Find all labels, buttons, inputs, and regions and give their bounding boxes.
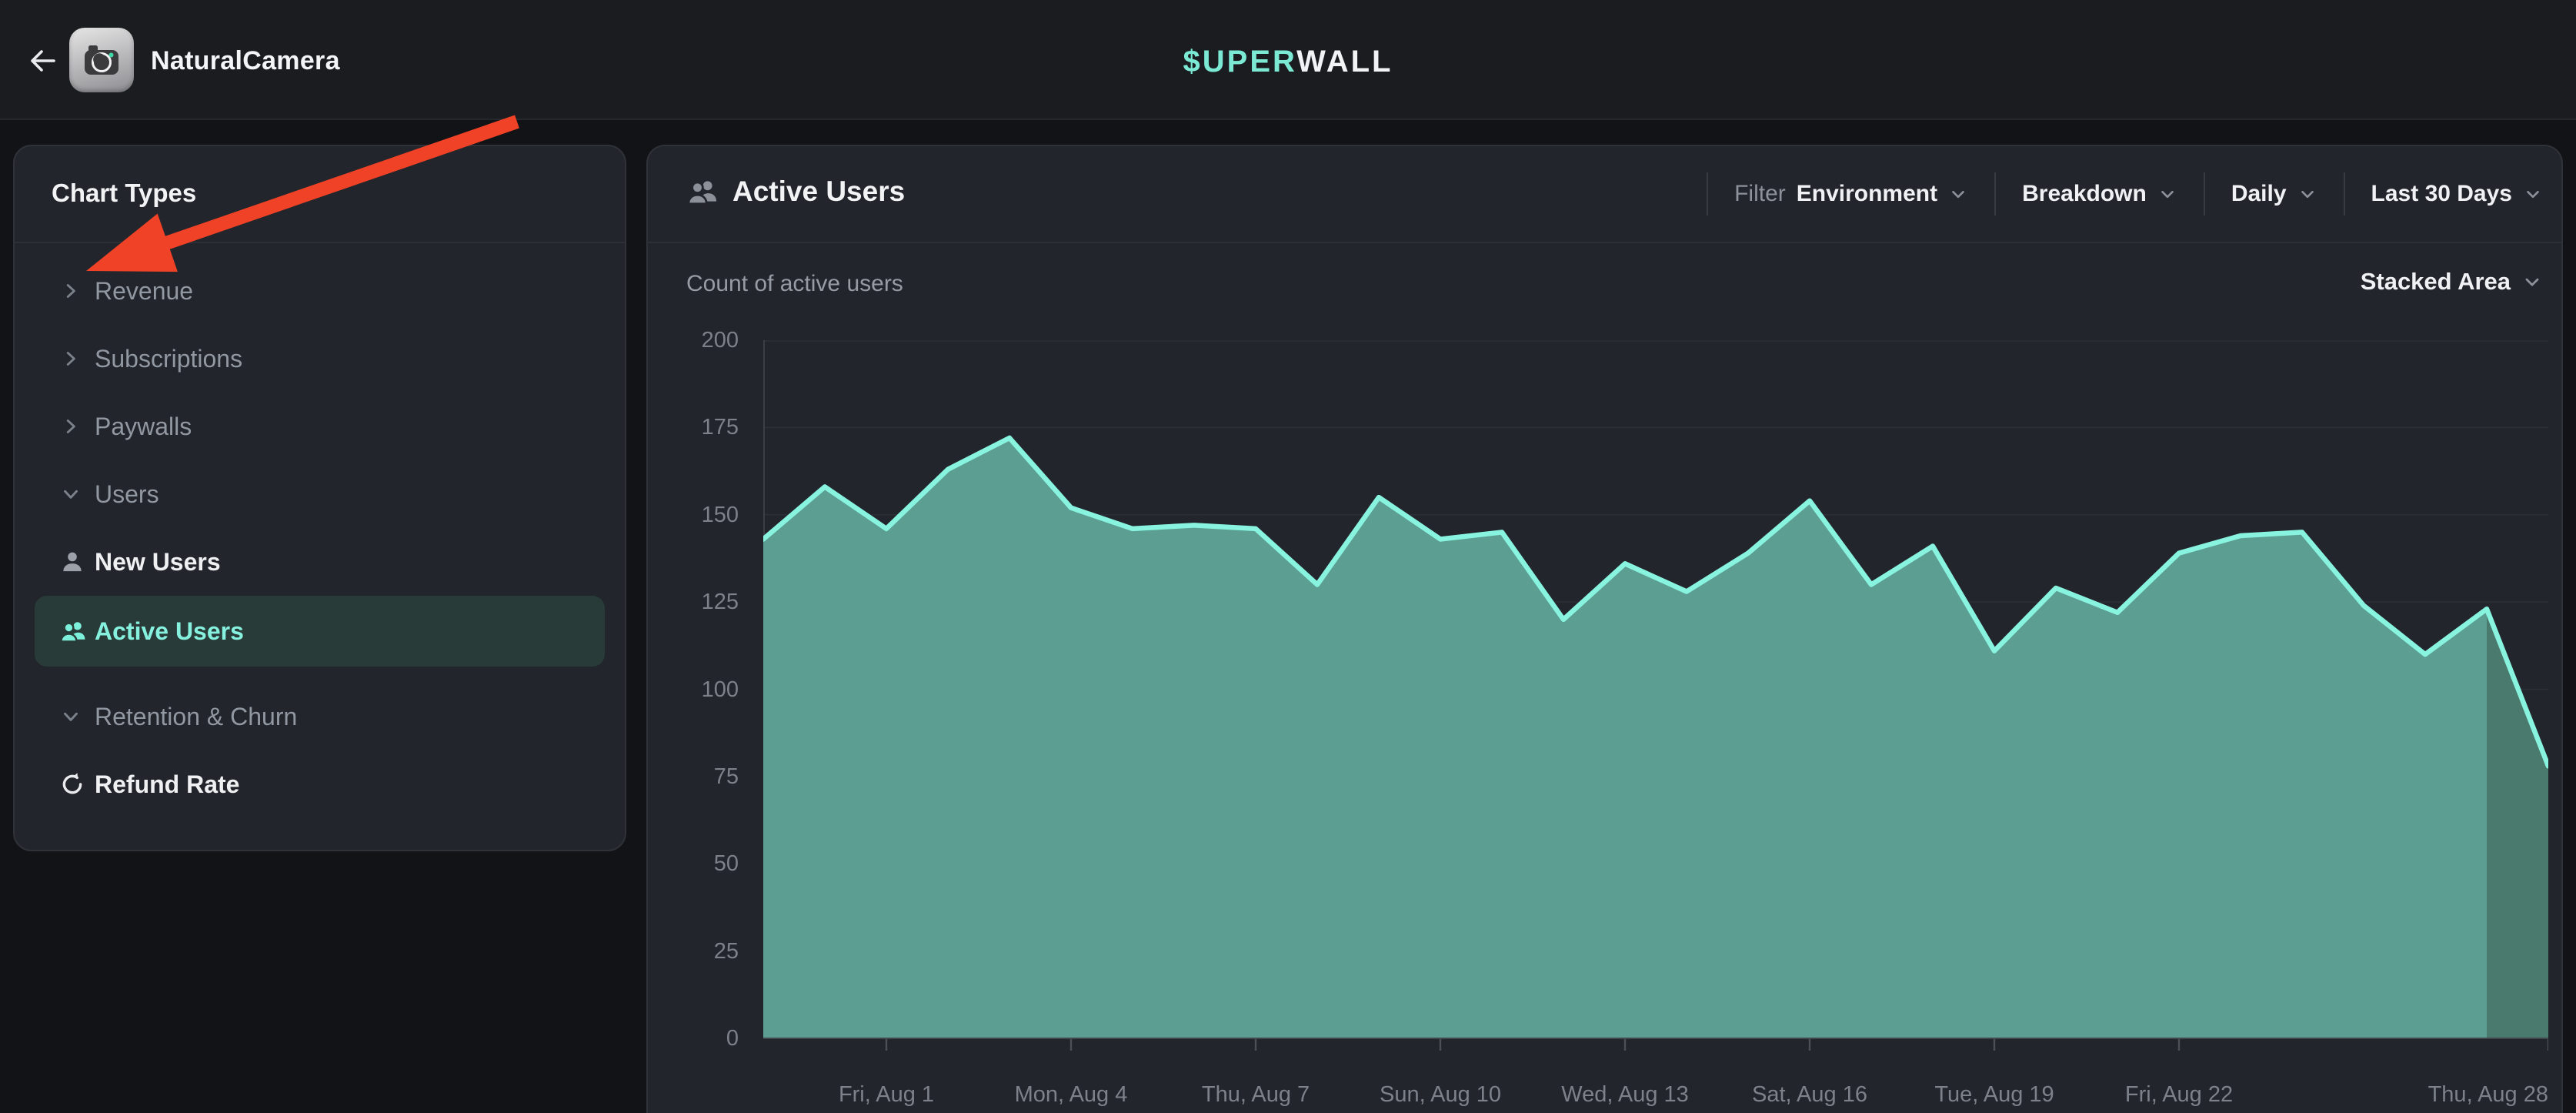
chevron-down-icon	[59, 705, 82, 728]
app-name: NaturalCamera	[151, 46, 340, 76]
x-axis-tick-label: Thu, Aug 28	[2428, 1082, 2548, 1108]
filter-label: Filter	[1734, 181, 1786, 207]
chevron-down-icon	[59, 483, 82, 506]
arrow-left-icon	[26, 44, 60, 78]
filter-separator	[1707, 172, 1708, 216]
panel-title-wrap: Active Users	[686, 175, 905, 208]
active-users-panel: Active Users Filter Environment Breakdow…	[646, 145, 2563, 1113]
sidebar-item-label: Retention & Churn	[95, 703, 297, 731]
chevron-right-icon	[59, 279, 82, 302]
sidebar-item-label: Refund Rate	[95, 770, 239, 799]
people-icon	[59, 617, 87, 645]
chart-subheader: Count of active users Stacked Area	[648, 243, 2561, 328]
chart-types-panel: Chart Types Revenue Subscriptions Paywalls…	[13, 145, 626, 851]
x-axis-tick-label: Sun, Aug 10	[1380, 1082, 1501, 1108]
granularity-value: Daily	[2231, 181, 2287, 207]
chevron-down-icon	[2521, 271, 2543, 292]
panel-title: Active Users	[732, 175, 905, 208]
superwall-logo: $UPERWALL	[1183, 45, 1393, 79]
chart-type-dropdown[interactable]: Stacked Area	[2361, 268, 2543, 296]
area-fill-incomplete	[2487, 609, 2548, 1038]
chevron-down-icon	[1948, 184, 1968, 204]
person-icon	[59, 549, 85, 575]
back-button[interactable]	[23, 41, 63, 81]
sidebar-item-active-users[interactable]: Active Users	[35, 596, 605, 667]
sidebar-item-revenue[interactable]: Revenue	[15, 257, 625, 325]
app-icon-camera	[69, 28, 134, 92]
sidebar-item-new-users[interactable]: New Users	[15, 528, 625, 596]
environment-filter-dropdown[interactable]: Filter Environment	[1734, 181, 1968, 207]
chevron-down-icon	[2523, 184, 2543, 204]
sidebar-item-list: Revenue Subscriptions Paywalls Users New Use…	[15, 257, 625, 818]
panel-header: Active Users Filter Environment Breakdow…	[648, 146, 2561, 242]
y-axis-tick-label: 200	[654, 327, 739, 353]
x-axis-tick-label: Fri, Aug 1	[839, 1082, 934, 1108]
x-axis-tick-label: Wed, Aug 13	[1561, 1082, 1689, 1108]
sidebar-item-label: Revenue	[95, 277, 193, 306]
stacked-area-chart[interactable]	[763, 340, 2548, 1060]
logo-primary: $UPER	[1183, 45, 1297, 79]
area-fill	[763, 438, 2487, 1038]
chevron-right-icon	[59, 415, 82, 438]
sidebar-item-label: Active Users	[95, 617, 244, 646]
sidebar-title: Chart Types	[52, 179, 196, 208]
y-axis-tick-label: 100	[654, 677, 739, 703]
y-axis-tick-label: 25	[654, 938, 739, 964]
y-axis-tick-label: 125	[654, 589, 739, 615]
date-range-dropdown[interactable]: Last 30 Days	[2371, 181, 2543, 207]
filter-separator	[2204, 172, 2205, 216]
refresh-icon	[59, 771, 85, 797]
granularity-dropdown[interactable]: Daily	[2231, 181, 2317, 207]
top-bar: NaturalCamera $UPERWALL	[0, 0, 2576, 120]
sidebar-item-label: Paywalls	[95, 413, 192, 441]
sidebar-item-refund-rate[interactable]: Refund Rate	[15, 750, 625, 818]
y-axis-tick-label: 0	[654, 1025, 739, 1051]
breakdown-dropdown[interactable]: Breakdown	[2022, 181, 2177, 207]
y-axis-tick-label: 150	[654, 502, 739, 528]
x-axis-tick-label: Tue, Aug 19	[1934, 1082, 2054, 1108]
sidebar-item-label: Subscriptions	[95, 345, 242, 373]
y-axis-tick-label: 50	[654, 851, 739, 877]
chart-type-value: Stacked Area	[2361, 268, 2511, 296]
sidebar-item-paywalls[interactable]: Paywalls	[15, 393, 625, 460]
sidebar-item-label: Users	[95, 480, 159, 509]
date-range-value: Last 30 Days	[2371, 181, 2512, 207]
chevron-right-icon	[59, 347, 82, 370]
y-axis-tick-label: 175	[654, 414, 739, 440]
sidebar-item-retention-churn[interactable]: Retention & Churn	[15, 683, 625, 750]
x-axis-tick-label: Thu, Aug 7	[1202, 1082, 1310, 1108]
chart-caption: Count of active users	[686, 271, 903, 297]
sidebar-item-label: New Users	[95, 548, 221, 577]
filter-separator	[2344, 172, 2345, 216]
sidebar-item-subscriptions[interactable]: Subscriptions	[15, 325, 625, 393]
chevron-down-icon	[2157, 184, 2177, 204]
x-axis-tick-label: Mon, Aug 4	[1015, 1082, 1128, 1108]
filter-bar: Filter Environment Breakdown Daily Last …	[1707, 146, 2543, 242]
camera-icon	[79, 38, 124, 82]
x-axis-tick-label: Fri, Aug 22	[2125, 1082, 2233, 1108]
logo-secondary: WALL	[1296, 45, 1393, 79]
chevron-down-icon	[2297, 184, 2317, 204]
environment-filter-value: Environment	[1797, 181, 1937, 207]
filter-separator	[1994, 172, 1996, 216]
breakdown-value: Breakdown	[2022, 181, 2147, 207]
people-icon	[686, 175, 719, 208]
y-axis-tick-label: 75	[654, 764, 739, 790]
sidebar-item-users[interactable]: Users	[15, 460, 625, 528]
sidebar-divider	[15, 242, 625, 243]
x-axis-tick-label: Sat, Aug 16	[1752, 1082, 1867, 1108]
